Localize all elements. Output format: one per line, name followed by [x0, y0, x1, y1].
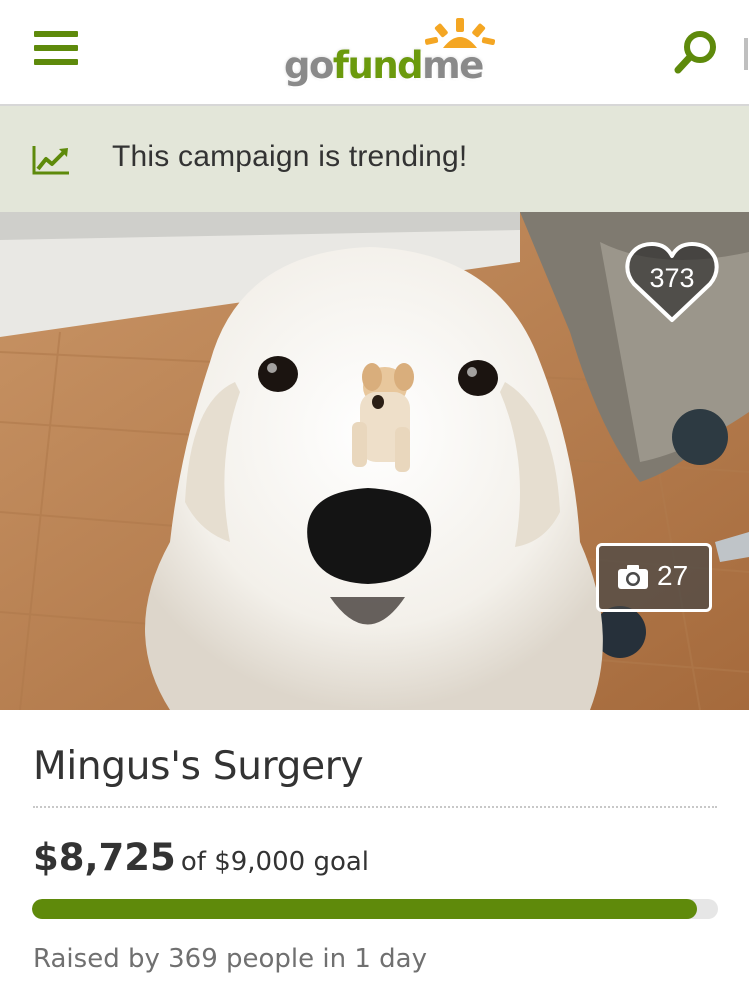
progress-fill: [32, 899, 697, 919]
hamburger-menu-icon[interactable]: [34, 31, 78, 69]
search-icon[interactable]: [672, 28, 720, 76]
goal-text: of $9,000 goal: [180, 847, 370, 877]
dotted-divider: [33, 806, 717, 808]
trending-text: This campaign is trending!: [112, 140, 468, 173]
camera-icon: [618, 565, 648, 589]
trending-up-icon: [32, 146, 69, 175]
logo-wordmark: gofundme: [284, 44, 484, 87]
amount-raised: $8,725: [33, 836, 176, 879]
top-header: gofundme: [0, 0, 749, 106]
progress-bar: [32, 899, 718, 919]
funding-summary: $8,725 of $9,000 goal: [33, 836, 369, 879]
hearts-count: 373: [649, 263, 695, 293]
campaign-title: Mingus's Surgery: [33, 744, 364, 789]
gofundme-logo[interactable]: gofundme: [282, 18, 502, 90]
photos-count: 27: [657, 560, 689, 591]
edge-divider: [744, 38, 748, 70]
raised-by-text: Raised by 369 people in 1 day: [33, 944, 427, 974]
photo-gallery-button[interactable]: 27: [596, 543, 712, 612]
